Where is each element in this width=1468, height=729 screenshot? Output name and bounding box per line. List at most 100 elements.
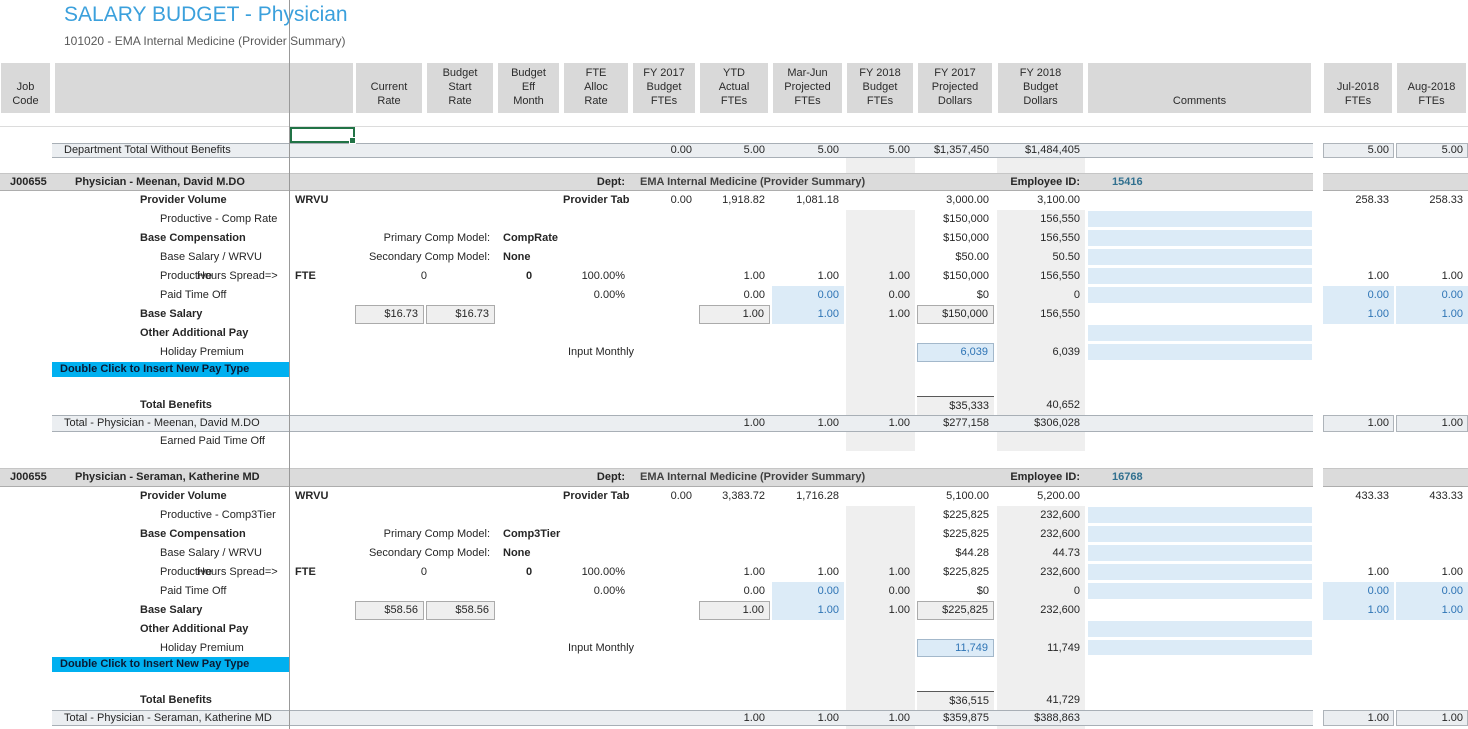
cell-fy17ProjDollars[interactable]: $225,825 <box>917 525 994 544</box>
cell-fy18BudgetDollars[interactable]: 5,200.00 <box>997 487 1085 506</box>
cell-fy17ProjDollars[interactable]: $1,357,450 <box>917 143 994 158</box>
row-label[interactable]: Holiday Premium <box>160 343 244 362</box>
cell-ytdActualFtes[interactable]: 0.00 <box>699 582 770 601</box>
cell-fy18BudgetDollars[interactable]: $388,863 <box>997 710 1085 726</box>
cell-fteAllocRate[interactable]: 0.00% <box>563 582 630 601</box>
row-label[interactable]: Total - Physician - Seraman, Katherine M… <box>64 710 272 726</box>
cell-marJunProjFtes[interactable]: 1.00 <box>772 710 844 726</box>
cell-fy17ProjDollars[interactable]: $0 <box>917 582 994 601</box>
cell-fy18BudgetDollars[interactable]: 156,550 <box>997 305 1085 324</box>
cell-ytdActualFtes[interactable]: 5.00 <box>699 143 770 158</box>
cell-fy18BudgetFtes[interactable]: 0.00 <box>846 582 915 601</box>
row-label[interactable]: Department Total Without Benefits <box>64 143 231 158</box>
cell-marJunProjFtes[interactable]: 1.00 <box>772 267 844 286</box>
department-value[interactable]: EMA Internal Medicine (Provider Summary) <box>640 173 865 191</box>
cell-jul18Ftes[interactable]: 1.00 <box>1323 601 1394 620</box>
cell-fy17ProjDollars[interactable]: $359,875 <box>917 710 994 726</box>
row-label[interactable]: Other Additional Pay <box>140 620 248 639</box>
comment-input-cell[interactable] <box>1088 325 1312 341</box>
cell-jul18Ftes[interactable]: 1.00 <box>1323 305 1394 324</box>
cell-aug18Ftes[interactable]: 1.00 <box>1396 601 1468 620</box>
cell-fy18BudgetDollars[interactable]: 232,600 <box>997 563 1085 582</box>
cell-c1[interactable]: WRVU <box>292 487 354 506</box>
cell-marJunProjFtes[interactable]: 0.00 <box>772 286 844 305</box>
cell-fy17ProjDollars[interactable]: $36,515 <box>917 691 994 710</box>
insert-pay-type-row[interactable]: Double Click to Insert New Pay Type <box>52 362 289 377</box>
cell-fy18BudgetDollars[interactable]: Employee ID: <box>997 468 1085 487</box>
cell-fy17ProjDollars[interactable]: $50.00 <box>917 248 994 267</box>
comment-input-cell[interactable] <box>1088 545 1312 561</box>
cell-fy17ProjDollars[interactable]: $225,825 <box>917 506 994 525</box>
row-label[interactable]: Total Benefits <box>140 691 212 710</box>
cell-currentRate[interactable]: $16.73 <box>355 305 424 324</box>
cell-fy18BudgetDollars[interactable]: $306,028 <box>997 415 1085 432</box>
cell-ytdActualFtes[interactable]: 1.00 <box>699 563 770 582</box>
row-label[interactable]: Base Compensation <box>140 229 246 248</box>
cell-jul18Ftes[interactable]: 1.00 <box>1323 267 1394 286</box>
row-label[interactable]: Base Compensation <box>140 525 246 544</box>
cell-aug18Ftes[interactable]: 1.00 <box>1396 563 1468 582</box>
employee-id-value[interactable]: 15416 <box>1112 173 1143 191</box>
cell-aug18Ftes[interactable]: 0.00 <box>1396 582 1468 601</box>
row-label[interactable]: Paid Time Off <box>160 286 226 305</box>
cell-aug18Ftes[interactable]: 1.00 <box>1396 305 1468 324</box>
cell-rate0[interactable]: 0 <box>355 563 432 582</box>
cell-fy17ProjDollars[interactable]: $35,333 <box>917 396 994 415</box>
row-label[interactable]: Base Salary <box>140 601 202 620</box>
cell-ytdActualFtes[interactable]: 1,918.82 <box>699 191 770 210</box>
cell-ytdActualFtes[interactable]: 3,383.72 <box>699 487 770 506</box>
hours-spread-label[interactable]: Hours Spread=> <box>197 267 278 286</box>
cell-ytdActualFtes[interactable]: 1.00 <box>699 601 770 620</box>
cell-c1[interactable]: WRVU <box>292 191 354 210</box>
row-label[interactable]: Base Salary <box>140 305 202 324</box>
comment-input-cell[interactable] <box>1088 287 1312 303</box>
cell-fy18BudgetDollars[interactable]: 40,652 <box>997 396 1085 415</box>
comment-input-cell[interactable] <box>1088 211 1312 227</box>
row-label[interactable]: Paid Time Off <box>160 582 226 601</box>
cell-jul18Ftes[interactable]: 258.33 <box>1323 191 1394 210</box>
cell-fy18BudgetDollars[interactable]: 44.73 <box>997 544 1085 563</box>
cell-fy17ProjDollars[interactable]: $150,000 <box>917 229 994 248</box>
row-label[interactable]: Productive - Comp3Tier <box>160 506 276 525</box>
row-label[interactable]: Holiday Premium <box>160 639 244 657</box>
cell-fy17ProjDollars[interactable]: $150,000 <box>917 267 994 286</box>
comment-input-cell[interactable] <box>1088 344 1312 360</box>
cell-jul18Ftes[interactable]: 5.00 <box>1323 143 1394 158</box>
row-label[interactable]: Earned Paid Time Off <box>160 432 265 451</box>
cell-fteAllocRate[interactable]: Provider Tab <box>563 487 630 506</box>
cell-aug18Ftes[interactable]: 433.33 <box>1396 487 1468 506</box>
cell-budgetStartRate[interactable]: $16.73 <box>426 305 495 324</box>
cell-ytdActualFtes[interactable]: 1.00 <box>699 305 770 324</box>
cell-jul18Ftes[interactable]: 1.00 <box>1323 415 1394 432</box>
cell-fy17ProjDollars[interactable]: $225,825 <box>917 601 994 620</box>
comment-input-cell[interactable] <box>1088 249 1312 265</box>
cell-fy18BudgetFtes[interactable]: 1.00 <box>846 267 915 286</box>
cell-marJunProjFtes[interactable]: 1,716.28 <box>772 487 844 506</box>
employee-id-value[interactable]: 16768 <box>1112 468 1143 487</box>
job-code[interactable]: J00655 <box>10 173 47 191</box>
cell-modelValue[interactable]: None <box>500 544 610 563</box>
cell-c1[interactable]: FTE <box>292 563 354 582</box>
comment-input-cell[interactable] <box>1088 230 1312 246</box>
cell-modelLabel[interactable]: Secondary Comp Model: <box>345 248 495 267</box>
cell-rate0[interactable]: 0 <box>355 267 432 286</box>
cell-fy18BudgetDollars[interactable]: 6,039 <box>997 343 1085 362</box>
cell-fy18BudgetDollars[interactable]: 156,550 <box>997 267 1085 286</box>
row-label[interactable]: Provider Volume <box>140 487 227 506</box>
cell-jul18Ftes[interactable]: 433.33 <box>1323 487 1394 506</box>
comment-input-cell[interactable] <box>1088 564 1312 580</box>
cell-aug18Ftes[interactable]: 1.00 <box>1396 267 1468 286</box>
cell-fy18BudgetDollars[interactable]: 232,600 <box>997 601 1085 620</box>
cell-fy18BudgetDollars[interactable]: 0 <box>997 582 1085 601</box>
cell-fy18BudgetFtes[interactable]: 1.00 <box>846 415 915 432</box>
cell-ytdActualFtes[interactable]: 1.00 <box>699 710 770 726</box>
cell-marJunProjFtes[interactable]: 1.00 <box>772 305 844 324</box>
cell-fy18BudgetFtes[interactable]: 1.00 <box>846 710 915 726</box>
cell-fy17BudgetFtes[interactable]: 0.00 <box>632 191 697 210</box>
cell-budgetEffMonth[interactable]: 0 <box>497 267 561 286</box>
cell-inputMonthly[interactable]: Input Monthly <box>549 639 653 657</box>
job-code[interactable]: J00655 <box>10 468 47 487</box>
cell-fy18BudgetDollars[interactable]: 156,550 <box>997 229 1085 248</box>
row-label[interactable]: Other Additional Pay <box>140 324 248 343</box>
cell-c1[interactable]: FTE <box>292 267 354 286</box>
